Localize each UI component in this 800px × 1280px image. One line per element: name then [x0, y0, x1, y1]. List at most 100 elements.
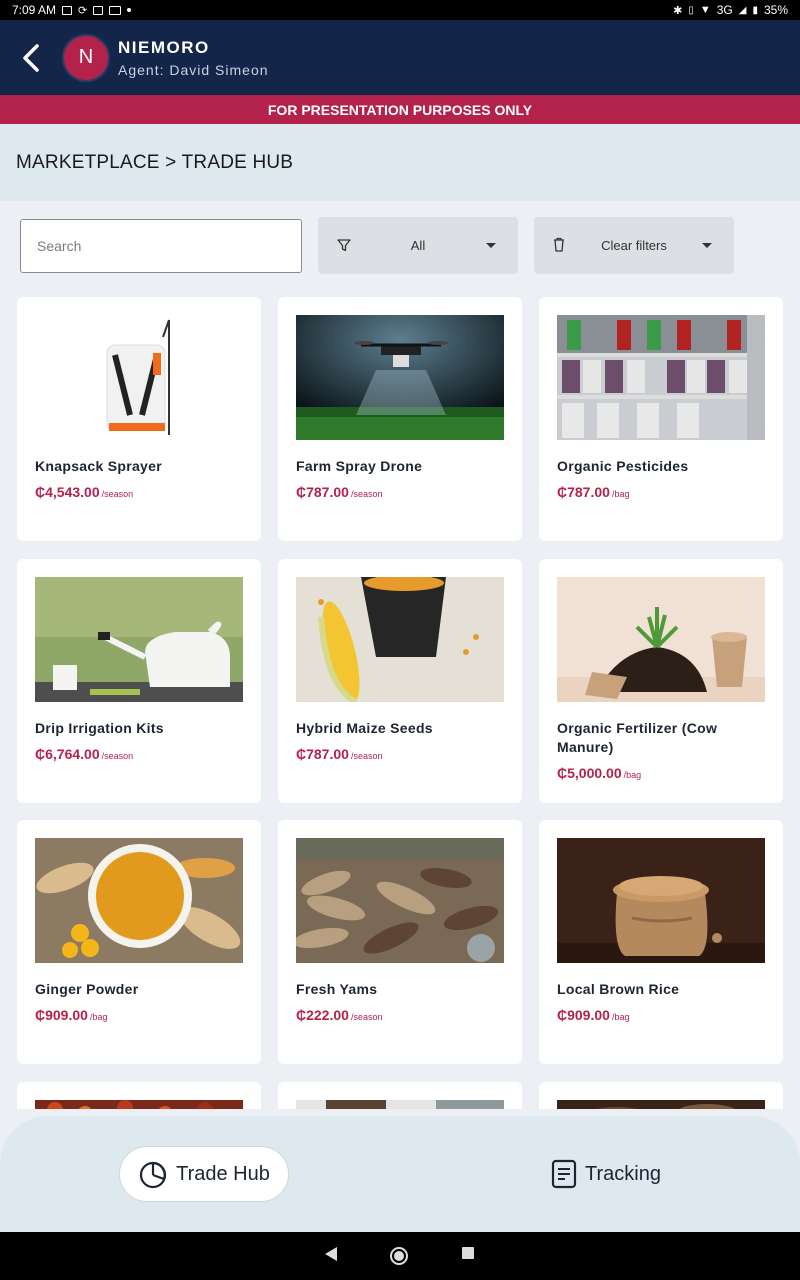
- product-image-spray-drone: [296, 315, 504, 440]
- price-value: ₵909.00: [35, 1007, 88, 1023]
- chevron-down-icon: [486, 243, 496, 248]
- clear-filters-button[interactable]: Clear filters: [534, 217, 734, 274]
- product-card[interactable]: Farm Spray Drone ₵787.00/season: [278, 297, 522, 541]
- product-image-maize: [296, 577, 504, 702]
- product-card[interactable]: Organic Pesticides ₵787.00/bag: [539, 297, 783, 541]
- chevron-down-icon: [702, 243, 712, 248]
- product-image-watering-can: [35, 577, 243, 702]
- account-name: NIEMORO: [118, 37, 210, 57]
- back-button[interactable]: [0, 20, 62, 95]
- category-filter-select[interactable]: All: [318, 217, 518, 274]
- system-home-icon[interactable]: [389, 1246, 409, 1266]
- product-image-soil-plant: [557, 577, 765, 702]
- product-card[interactable]: Fresh Yams ₵222.00/season: [278, 820, 522, 1064]
- product-image-pesticide-shelves: [557, 315, 765, 440]
- search-input[interactable]: [37, 238, 277, 254]
- product-price: ₵787.00/season: [296, 484, 382, 500]
- vibrate-icon: ▯: [688, 4, 694, 16]
- price-value: ₵222.00: [296, 1007, 349, 1023]
- nav-tracking[interactable]: Tracking: [551, 1146, 681, 1202]
- price-unit: /bag: [623, 770, 642, 780]
- nav-trade-hub-label: Trade Hub: [176, 1162, 270, 1185]
- breadcrumb-text: MARKETPLACE > TRADE HUB: [16, 151, 294, 173]
- product-image-rice-sack: [557, 838, 765, 963]
- system-navigation-bar: [0, 1232, 800, 1280]
- clock: 7:09 AM: [12, 3, 57, 17]
- document-icon: [551, 1159, 577, 1189]
- price-value: ₵909.00: [557, 1007, 610, 1023]
- app-header: N NIEMORO Agent: David Simeon: [0, 20, 800, 95]
- price-value: ₵787.00: [557, 484, 610, 500]
- bottom-navigation: Trade Hub Tracking: [0, 1116, 800, 1232]
- sync-icon: ⟳: [78, 4, 88, 17]
- notification-dot-icon: [127, 8, 132, 12]
- wifi-icon: ▼: [699, 4, 711, 16]
- status-bar: 7:09 AM ⟳ ✱ ▯ ▼ 3G ◢ ▮ 35%: [0, 0, 800, 20]
- signal-icon: ◢: [738, 4, 747, 16]
- filter-bar: All Clear filters: [20, 217, 780, 274]
- pie-chart-icon: [140, 1161, 167, 1189]
- price-value: ₵6,764.00: [35, 746, 100, 762]
- main-content: All Clear filters: [0, 201, 800, 1109]
- price-value: ₵4,543.00: [35, 484, 100, 500]
- product-card[interactable]: Knapsack Sprayer ₵4,543.00/season: [17, 297, 261, 541]
- product-image-knapsack-sprayer: [35, 315, 243, 440]
- product-image-ginger-powder: [35, 838, 243, 963]
- product-price: ₵909.00/bag: [35, 1007, 107, 1023]
- product-name: Ginger Powder: [35, 981, 139, 997]
- nav-trade-hub[interactable]: Trade Hub: [119, 1146, 289, 1202]
- price-unit: /season: [350, 751, 383, 761]
- product-card[interactable]: Drip Irrigation Kits ₵6,764.00/season: [17, 559, 261, 803]
- product-price: ₵787.00/season: [296, 746, 382, 762]
- price-unit: /bag: [611, 489, 630, 499]
- price-value: ₵787.00: [296, 484, 349, 500]
- product-name: Fresh Yams: [296, 981, 378, 997]
- product-name: Organic Pesticides: [557, 458, 689, 474]
- price-unit: /season: [350, 489, 383, 499]
- bluetooth-icon: ✱: [673, 4, 683, 17]
- gallery-icon: [62, 5, 73, 15]
- product-name: Drip Irrigation Kits: [35, 720, 164, 736]
- product-price: ₵909.00/bag: [557, 1007, 629, 1023]
- product-price: ₵787.00/bag: [557, 484, 629, 500]
- price-value: ₵787.00: [296, 746, 349, 762]
- search-field[interactable]: [20, 219, 302, 273]
- avatar: N: [62, 33, 110, 82]
- product-card[interactable]: Local Brown Rice ₵909.00/bag: [539, 820, 783, 1064]
- price-unit: /season: [101, 489, 134, 499]
- product-card[interactable]: Hybrid Maize Seeds ₵787.00/season: [278, 559, 522, 803]
- product-price: ₵6,764.00/season: [35, 746, 133, 762]
- product-card[interactable]: Organic Fertilizer (Cow Manure) ₵5,000.0…: [539, 559, 783, 803]
- product-card[interactable]: [539, 1082, 783, 1109]
- product-image-partial: [557, 1100, 765, 1109]
- product-name: Organic Fertilizer (Cow Manure): [557, 720, 718, 755]
- price-unit: /season: [101, 751, 134, 761]
- price-unit: /bag: [611, 1012, 630, 1022]
- back-arrow-icon: [23, 43, 39, 72]
- agent-label: Agent: David Simeon: [118, 61, 269, 78]
- product-name: Hybrid Maize Seeds: [296, 720, 433, 736]
- product-card[interactable]: Ginger Powder ₵909.00/bag: [17, 820, 261, 1064]
- breadcrumb: MARKETPLACE > TRADE HUB: [0, 124, 800, 201]
- product-price: ₵4,543.00/season: [35, 484, 133, 500]
- price-unit: /bag: [89, 1012, 108, 1022]
- price-value: ₵5,000.00: [557, 765, 622, 781]
- product-card[interactable]: [17, 1082, 261, 1109]
- system-back-icon[interactable]: [324, 1246, 338, 1262]
- system-recents-icon[interactable]: [461, 1246, 475, 1260]
- product-image-yams: [296, 838, 504, 963]
- product-price: ₵222.00/season: [296, 1007, 382, 1023]
- product-image-partial: [35, 1100, 243, 1109]
- battery-icon: ▮: [752, 4, 758, 16]
- product-price: ₵5,000.00/bag: [557, 765, 641, 781]
- presentation-banner: FOR PRESENTATION PURPOSES ONLY: [0, 95, 800, 124]
- product-card[interactable]: [278, 1082, 522, 1109]
- price-unit: /season: [350, 1012, 383, 1022]
- nav-tracking-label: Tracking: [585, 1162, 661, 1185]
- calendar-icon: [93, 5, 104, 15]
- battery-level: 35%: [763, 3, 788, 17]
- product-name: Knapsack Sprayer: [35, 458, 162, 474]
- product-name: Farm Spray Drone: [296, 458, 423, 474]
- network-type: 3G: [716, 3, 733, 17]
- product-name: Local Brown Rice: [557, 981, 680, 997]
